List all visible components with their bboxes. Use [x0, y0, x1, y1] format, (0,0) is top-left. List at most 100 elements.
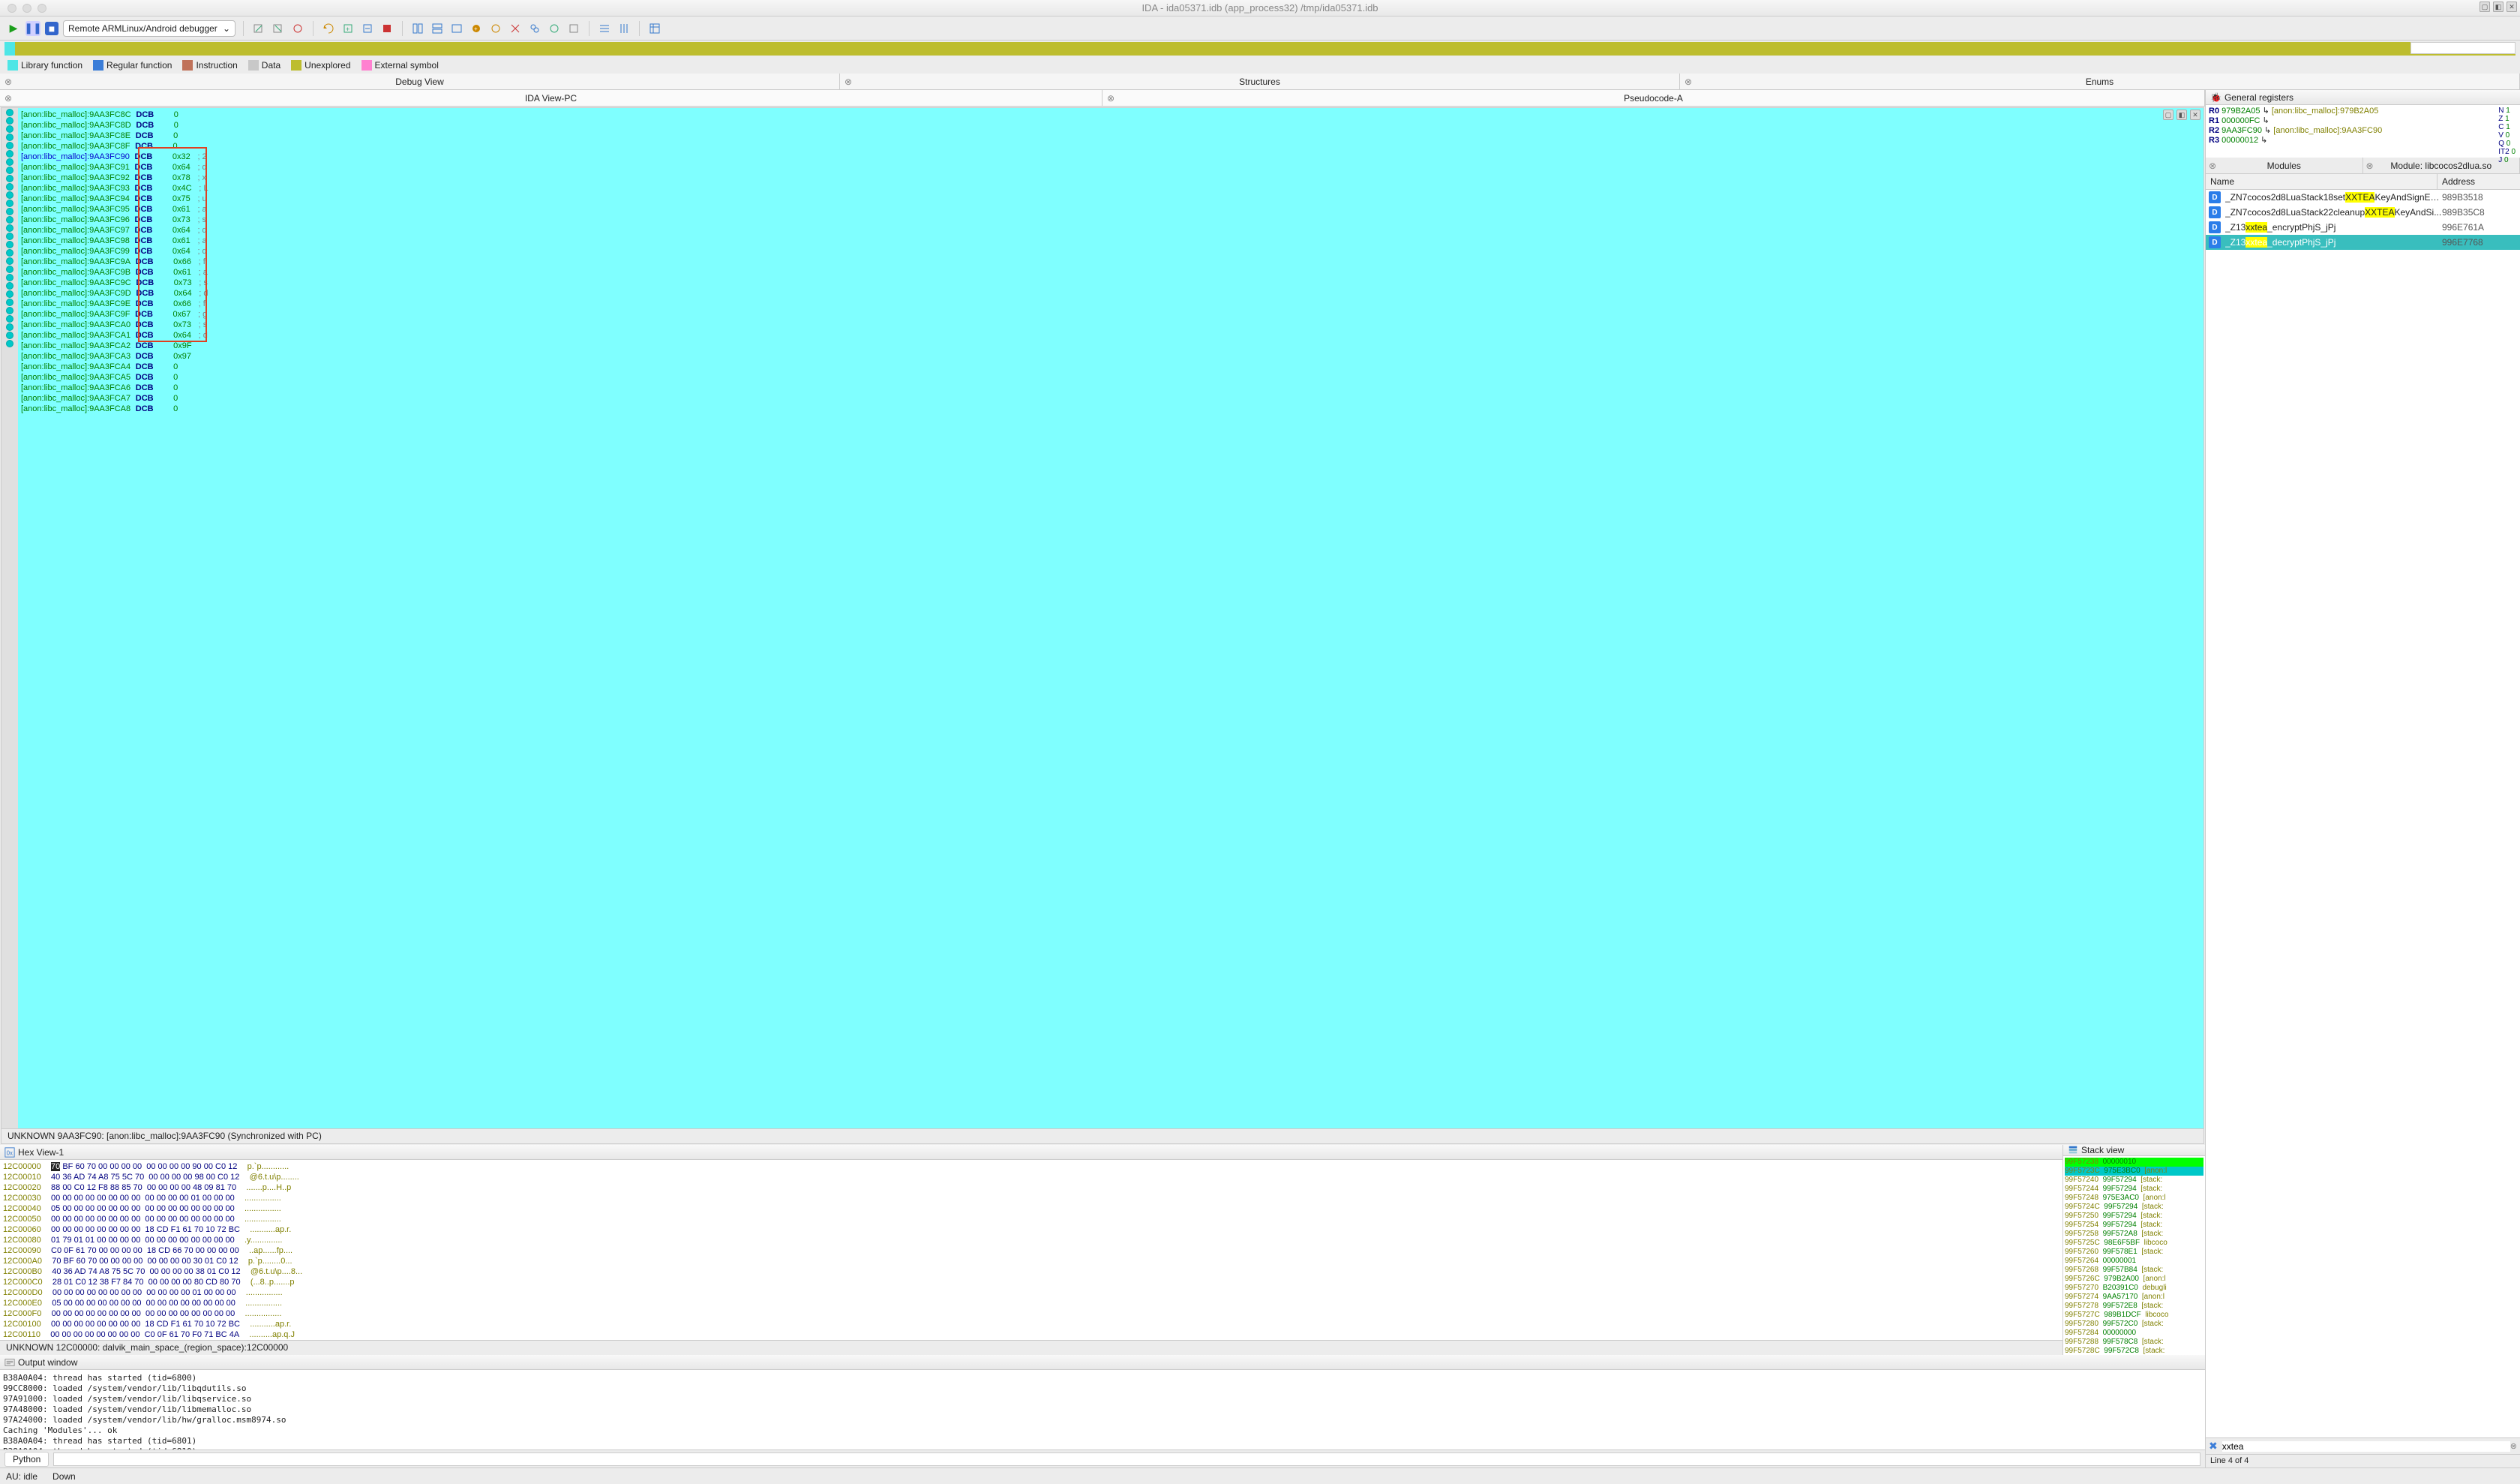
run-button[interactable]: ▶	[6, 21, 21, 36]
legend-item: Data	[248, 60, 280, 71]
d-icon: D	[2209, 236, 2221, 248]
toolbar-btn-4[interactable]	[321, 21, 336, 36]
svg-text:0x: 0x	[7, 1149, 13, 1156]
pane-minimize-icon[interactable]: ▢	[2163, 110, 2174, 120]
function-legend: Library functionRegular functionInstruct…	[0, 57, 2520, 74]
toolbar-btn-16[interactable]	[566, 21, 581, 36]
toolbar-btn-18[interactable]	[616, 21, 632, 36]
pane-close-icon[interactable]: ✕	[2190, 110, 2200, 120]
output-title: Output window	[18, 1357, 77, 1368]
output-icon	[4, 1357, 15, 1368]
pause-button[interactable]: ❚❚	[26, 21, 40, 36]
debugger-select-label: Remote ARMLinux/Android debugger	[68, 23, 218, 34]
toolbar-btn-15[interactable]	[547, 21, 562, 36]
toolbar-btn-3[interactable]	[290, 21, 305, 36]
ida-view-status: UNKNOWN 9AA3FC90: [anon:libc_malloc]:9AA…	[2, 1128, 2204, 1143]
sub-tab[interactable]: ⊗IDA View-PC	[0, 90, 1102, 106]
output-header: Output window ▢ ◧ ✕	[0, 1355, 2205, 1370]
toolbar-btn-8[interactable]	[410, 21, 425, 36]
python-toggle[interactable]: Python	[4, 1452, 49, 1467]
toolbar-btn-14[interactable]	[527, 21, 542, 36]
d-icon: D	[2209, 191, 2221, 203]
module-line-count: Line 4 of 4	[2206, 1454, 2520, 1467]
ida-view[interactable]: [anon:libc_malloc]:9AA3FC8C DCB 0 [anon:…	[2, 108, 2204, 1128]
search-x-icon[interactable]: ⊗	[2510, 1441, 2517, 1451]
pane-close-icon[interactable]: ✕	[2506, 2, 2517, 12]
legend-item: Library function	[8, 60, 82, 71]
hex-view-header: 0x Hex View-1 ▢ ◧ ✕	[0, 1145, 2062, 1160]
tab-close-icon[interactable]: ⊗	[2209, 161, 2216, 171]
d-icon: D	[2209, 221, 2221, 233]
module-row[interactable]: D_ZN7cocos2d8LuaStack22cleanupXXTEAKeyAn…	[2206, 205, 2520, 220]
module-tab[interactable]: ⊗Module: libcocos2dlua.so	[2363, 158, 2520, 173]
module-search-input[interactable]	[2222, 1441, 2510, 1452]
sub-tabs: ⊗IDA View-PC⊗Pseudocode-A	[0, 90, 2205, 107]
col-name[interactable]: Name	[2206, 174, 2438, 189]
navigation-band[interactable]	[4, 42, 2516, 56]
statusbar: AU: idle Down	[0, 1467, 2520, 1484]
toolbar-btn-11[interactable]: +	[469, 21, 484, 36]
status-down: Down	[52, 1471, 76, 1482]
toolbar-btn-19[interactable]	[647, 21, 662, 36]
registers-view[interactable]: R0 979B2A05 ↳ [anon:libc_malloc]:979B2A0…	[2206, 105, 2520, 158]
tab-close-icon[interactable]: ⊗	[4, 77, 12, 87]
stop-button[interactable]: ■	[45, 22, 58, 35]
highlight-box	[138, 147, 207, 342]
svg-text:+: +	[474, 26, 478, 32]
window-title: IDA - ida05371.idb (app_process32) /tmp/…	[0, 2, 2520, 14]
debugger-select[interactable]: Remote ARMLinux/Android debugger ⌄	[63, 20, 236, 37]
sub-tab[interactable]: ⊗Pseudocode-A	[1102, 90, 2205, 106]
module-tab[interactable]: ⊗Modules	[2206, 158, 2363, 173]
top-tab[interactable]: ⊗Debug View	[0, 74, 840, 89]
module-row[interactable]: D_ZN7cocos2d8LuaStack18setXXTEAKeyAndSig…	[2206, 190, 2520, 205]
legend-item: Unexplored	[291, 60, 350, 71]
top-tabs: ⊗Debug View⊗Structures⊗Enums	[0, 74, 2520, 90]
search-clear-icon[interactable]: ✖	[2209, 1440, 2218, 1452]
svg-text:+: +	[346, 26, 350, 33]
legend-item: Instruction	[182, 60, 237, 71]
toolbar-btn-10[interactable]	[449, 21, 464, 36]
toolbar-btn-5[interactable]: +	[340, 21, 356, 36]
toolbar-btn-12[interactable]	[488, 21, 503, 36]
stack-header: Stack view ▢ ◧ ✕	[2063, 1145, 2205, 1156]
module-search-row: ✖ ⊗	[2206, 1437, 2520, 1454]
hex-view-status: UNKNOWN 12C00000: dalvik_main_space_(reg…	[0, 1340, 2062, 1355]
toolbar-btn-6[interactable]	[360, 21, 375, 36]
nav-band-combo[interactable]	[2410, 42, 2516, 54]
python-input[interactable]	[53, 1452, 2200, 1466]
bug-icon: 🐞	[2210, 92, 2222, 103]
tab-close-icon[interactable]: ⊗	[1684, 77, 1692, 87]
pane-restore-icon[interactable]: ◧	[2176, 110, 2187, 120]
status-au: AU: idle	[6, 1471, 38, 1482]
toolbar-btn-7[interactable]	[380, 21, 394, 36]
top-tab[interactable]: ⊗Structures	[840, 74, 1680, 89]
module-list[interactable]: D_ZN7cocos2d8LuaStack18setXXTEAKeyAndSig…	[2206, 190, 2520, 1437]
tab-close-icon[interactable]: ⊗	[844, 77, 852, 87]
tab-close-icon[interactable]: ⊗	[1107, 93, 1114, 104]
top-tab[interactable]: ⊗Enums	[1680, 74, 2520, 89]
registers-title: General registers	[2224, 92, 2294, 103]
tab-close-icon[interactable]: ⊗	[4, 93, 12, 104]
titlebar: IDA - ida05371.idb (app_process32) /tmp/…	[0, 0, 2520, 17]
pane-restore-icon[interactable]: ◧	[2493, 2, 2504, 12]
hex-view[interactable]: 12C00000 70 BF 60 70 00 00 00 00 00 00 0…	[0, 1160, 2062, 1340]
stack-icon	[2068, 1145, 2078, 1155]
toolbar-btn-9[interactable]	[430, 21, 445, 36]
registers-header: 🐞 General registers ▢ ◧ ✕	[2206, 90, 2520, 105]
hex-view-title: Hex View-1	[18, 1147, 64, 1158]
toolbar-btn-1[interactable]	[251, 21, 266, 36]
stack-title: Stack view	[2081, 1145, 2124, 1155]
tab-close-icon[interactable]: ⊗	[2366, 161, 2374, 171]
col-address[interactable]: Address	[2438, 174, 2520, 189]
toolbar-btn-13[interactable]	[508, 21, 523, 36]
module-tabs: ⊗Modules⊗Module: libcocos2dlua.so	[2206, 158, 2520, 174]
main-toolbar: ▶ ❚❚ ■ Remote ARMLinux/Android debugger …	[0, 17, 2520, 41]
chevron-down-icon: ⌄	[223, 23, 230, 34]
toolbar-btn-2[interactable]	[271, 21, 286, 36]
output-window[interactable]: B38A0A04: thread has started (tid=6800) …	[0, 1370, 2205, 1449]
legend-item: External symbol	[362, 60, 439, 71]
module-row[interactable]: D_Z13xxtea_decryptPhjS_jPj996E7768	[2206, 235, 2520, 250]
module-row[interactable]: D_Z13xxtea_encryptPhjS_jPj996E761A	[2206, 220, 2520, 235]
toolbar-btn-17[interactable]	[597, 21, 612, 36]
pane-minimize-icon[interactable]: ▢	[2480, 2, 2490, 12]
